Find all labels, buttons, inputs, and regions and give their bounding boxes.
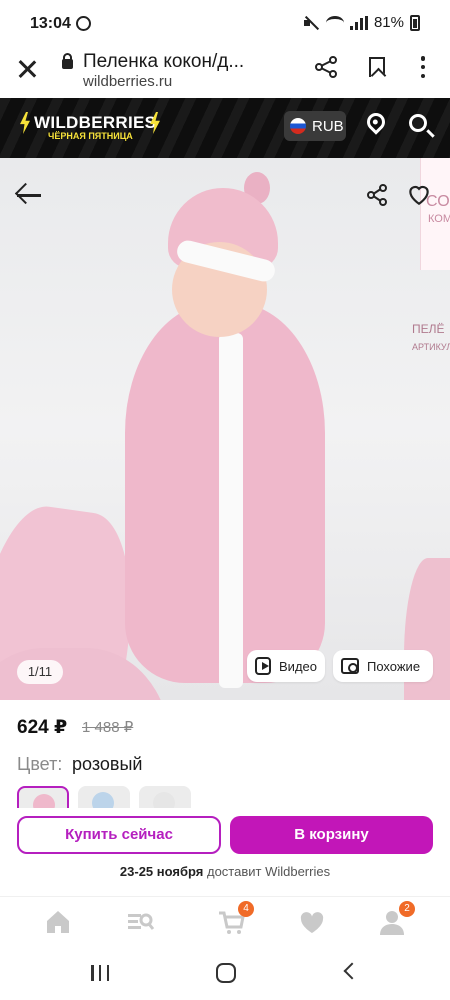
promo-subtitle: ЧЁРНАЯ ПЯТНИЦА	[48, 131, 133, 141]
add-to-cart-button[interactable]: В корзину	[230, 816, 433, 854]
color-swatch-grey[interactable]	[139, 786, 191, 808]
lock-icon	[62, 53, 73, 69]
page-domain[interactable]: wildberries.ru	[83, 73, 172, 90]
product-gallery[interactable]: СО КОМ ПЕЛЁ АРТИКУЛ 1/11 Видео Похожие	[0, 158, 450, 700]
signal-icon	[349, 15, 368, 30]
label-text: ПЕЛЁ	[412, 322, 445, 336]
color-value: розовый	[72, 754, 143, 774]
catalog-search-icon	[128, 913, 155, 930]
share-icon[interactable]	[314, 56, 338, 78]
share-product-icon[interactable]	[365, 183, 389, 207]
similar-search-icon	[341, 658, 359, 674]
search-icon[interactable]	[409, 114, 427, 132]
system-nav-bar	[0, 946, 450, 1000]
label-text-secondary: АРТИКУЛ	[412, 342, 450, 352]
close-tab-icon[interactable]	[16, 58, 38, 80]
battery-icon	[410, 14, 420, 31]
bookmark-icon[interactable]	[369, 57, 385, 77]
video-button[interactable]: Видео	[247, 650, 325, 682]
similar-button[interactable]: Похожие	[333, 650, 433, 682]
currency-label: RUB	[312, 117, 344, 135]
swatch-fill	[153, 792, 175, 808]
tab-favorites[interactable]	[297, 907, 327, 937]
product-image-zipper	[219, 333, 243, 688]
back-arrow-icon[interactable]	[14, 181, 44, 211]
bottom-tab-bar: 4 2	[0, 896, 450, 946]
delivery-text: доставит Wildberries	[206, 864, 331, 879]
whatsapp-icon	[76, 16, 91, 31]
profile-badge: 2	[399, 901, 415, 917]
swatch-fill	[92, 792, 114, 808]
gallery-counter: 1/11	[17, 660, 63, 684]
status-time: 13:04	[30, 15, 71, 32]
battery-percent: 81%	[373, 14, 404, 31]
page-title[interactable]: Пеленка кокон/д...	[83, 51, 244, 73]
purchase-bar: Купить сейчас В корзину 23-25 ноября дос…	[0, 808, 450, 896]
site-logo[interactable]: WILDBERRIES	[34, 113, 156, 133]
tab-catalog[interactable]	[125, 907, 155, 937]
browser-toolbar: Пеленка кокон/д... wildberries.ru	[0, 48, 450, 98]
favorite-heart-icon[interactable]	[406, 181, 432, 207]
status-icons: 81%	[303, 14, 420, 31]
swatch-fill	[33, 794, 55, 808]
more-menu-icon[interactable]	[420, 56, 426, 78]
play-icon	[255, 657, 272, 675]
back-icon[interactable]	[343, 962, 361, 980]
current-price: 624 ₽	[17, 717, 68, 738]
wifi-icon	[325, 15, 344, 30]
currency-selector[interactable]: RUB	[284, 111, 346, 141]
home-button-icon[interactable]	[216, 963, 236, 983]
similar-label: Похожие	[367, 658, 421, 674]
delivery-info: 23-25 ноября доставит Wildberries	[0, 864, 450, 879]
home-icon	[47, 911, 69, 933]
status-bar: 13:04 81%	[0, 0, 450, 48]
tab-home[interactable]	[43, 907, 73, 937]
russia-flag-icon	[290, 118, 306, 134]
heart-icon	[300, 912, 324, 933]
buy-now-button[interactable]: Купить сейчас	[17, 816, 221, 854]
color-swatch-blue[interactable]	[78, 786, 130, 808]
recent-apps-icon[interactable]	[91, 965, 109, 981]
delivery-date: 23-25 ноября	[119, 864, 204, 879]
cart-badge: 4	[238, 901, 254, 917]
tab-profile[interactable]: 2	[377, 901, 415, 937]
tab-cart[interactable]: 4	[216, 901, 254, 937]
mute-icon	[303, 16, 320, 30]
site-header: WILDBERRIES ЧЁРНАЯ ПЯТНИЦА RUB	[0, 98, 450, 158]
color-swatch-pink[interactable]	[17, 786, 69, 808]
old-price: 1 488 ₽	[82, 719, 134, 736]
panel-text-secondary: КОМ	[428, 213, 450, 225]
color-label: Цвет:	[17, 754, 63, 774]
video-label: Видео	[279, 658, 317, 674]
